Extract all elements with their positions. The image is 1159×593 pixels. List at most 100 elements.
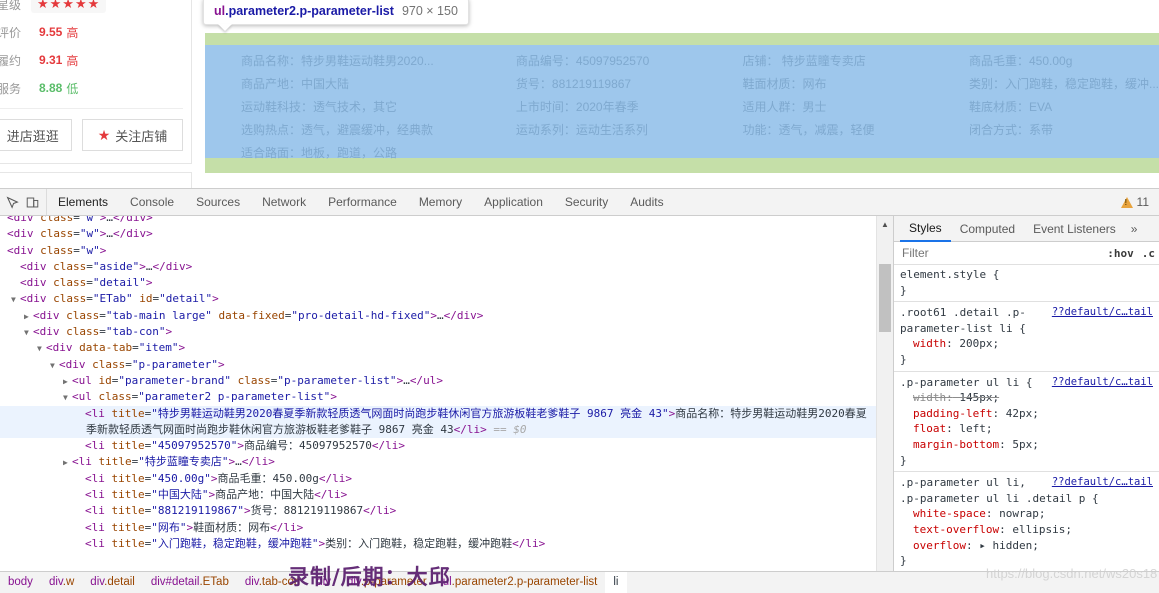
expand-triangle-icon[interactable]: ▶ xyxy=(24,309,33,325)
style-rule[interactable]: ??default/c…tail .p-parameter ul li, .p-p… xyxy=(894,472,1159,573)
style-rule[interactable]: ??default/c…tail .root61 .detail .p-param… xyxy=(894,302,1159,372)
breadcrumb-item-div-detail[interactable]: div#detail.ETab xyxy=(143,572,237,593)
parameter-item: 类别：入门跑鞋，稳定跑鞋，缓冲... xyxy=(968,77,1159,91)
follow-shop-label: 关注店铺 xyxy=(115,128,168,144)
dom-node-markup: <li title="特步蓝瞳专卖店">…</li> xyxy=(72,455,275,469)
style-declaration[interactable]: overflow: ▸ hidden; xyxy=(900,538,1153,554)
dom-node[interactable]: ▼ <div class="ETab" id="detail"> xyxy=(0,291,876,307)
inspect-icon[interactable] xyxy=(2,192,22,212)
dom-node[interactable]: <li title="网布">鞋面材质：网布</li> xyxy=(0,520,876,536)
style-rule-close-brace: } xyxy=(900,554,907,568)
warning-counter[interactable]: 11 xyxy=(1120,189,1149,215)
style-property-value[interactable]: ▸ hidden; xyxy=(973,539,1039,552)
scrollbar-thumb[interactable] xyxy=(879,264,891,332)
tab-styles[interactable]: Styles xyxy=(900,216,951,242)
dom-node[interactable]: <div class="w"> xyxy=(0,243,876,259)
dom-tree-scrollbar[interactable]: ▲ ▼ xyxy=(876,216,893,593)
breadcrumb-item-ul[interactable]: ul.parameter2.p-parameter-list xyxy=(435,572,606,593)
dom-node[interactable]: <li title="中国大陆">商品产地：中国大陆</li> xyxy=(0,487,876,503)
follow-shop-button[interactable]: ★ 关注店铺 xyxy=(82,119,183,151)
dom-node[interactable]: ▼ <div class="tab-con"> xyxy=(0,324,876,340)
style-declaration[interactable]: margin-bottom: 5px; xyxy=(900,437,1153,453)
style-rule-selector[interactable]: element.style { xyxy=(900,267,1153,283)
collapse-triangle-icon[interactable]: ▼ xyxy=(37,341,46,357)
expand-triangle-icon[interactable]: ▶ xyxy=(63,374,72,390)
dom-node[interactable]: ▶ <div class="tab-main large" data-fixed=… xyxy=(0,308,876,324)
device-toolbar-icon[interactable] xyxy=(22,192,42,212)
shop-rating-label: 物流履约 xyxy=(0,53,22,68)
parameter-item: 鞋面材质：网布 xyxy=(742,77,827,91)
style-property-value[interactable]: 145px; xyxy=(953,391,999,404)
style-rule[interactable]: ??default/c…tail .p-parameter ul li {widt… xyxy=(894,372,1159,473)
style-property-value[interactable]: ellipsis; xyxy=(1006,523,1072,536)
breadcrumb-item-div[interactable]: div.detail xyxy=(82,572,143,593)
style-rule-source-link[interactable]: ??default/c…tail xyxy=(1052,475,1153,491)
dom-node[interactable]: ▼ <div class="p-parameter"> xyxy=(0,357,876,373)
dom-node[interactable]: <div class="detail"> xyxy=(0,275,876,291)
more-tabs-icon[interactable]: » xyxy=(1125,222,1144,236)
collapse-triangle-icon[interactable]: ▼ xyxy=(24,325,33,341)
dom-node-markup: <ul class="parameter2 p-parameter-list"> xyxy=(72,390,337,404)
tab-audits[interactable]: Audits xyxy=(619,189,674,215)
breadcrumb-item-div[interactable]: div.p-parameter xyxy=(339,572,435,593)
collapse-triangle-icon[interactable]: ▼ xyxy=(11,292,20,308)
dom-node-selected[interactable]: <li title="特步男鞋运动鞋男2020春夏季新款轻质透气网面时尚跑步鞋休… xyxy=(0,405,876,439)
dom-node[interactable]: ▼ <ul class="parameter2 p-parameter-list"… xyxy=(0,389,876,405)
dom-node[interactable]: <div class="aside">…</div> xyxy=(0,259,876,275)
dom-node[interactable]: ▶ <li title="特步蓝瞳专卖店">…</li> xyxy=(0,454,876,470)
tab-memory[interactable]: Memory xyxy=(408,189,473,215)
tab-performance[interactable]: Performance xyxy=(317,189,408,215)
dom-tree-pane[interactable]: <div class="w">…</div> <div class="w">…</… xyxy=(0,216,894,593)
dom-node-markup: <div class="ETab" id="detail"> xyxy=(20,292,219,306)
shop-rating-label: 商品评价 xyxy=(0,25,22,40)
style-declaration[interactable]: float: left; xyxy=(900,421,1153,437)
tab-elements[interactable]: Elements xyxy=(47,189,119,215)
dom-node[interactable]: <li title="入门跑鞋，稳定跑鞋，缓冲跑鞋">类别：入门跑鞋，稳定跑鞋，… xyxy=(0,536,876,552)
style-declaration[interactable]: white-space: nowrap; xyxy=(900,506,1153,522)
style-declaration[interactable]: width: 145px; xyxy=(900,390,1153,406)
collapse-triangle-icon[interactable]: ▼ xyxy=(50,358,59,374)
dom-node[interactable]: <li title="45097952570">商品编号：45097952570… xyxy=(0,438,876,454)
style-rule-source-link[interactable]: ??default/c…tail xyxy=(1052,305,1153,321)
dom-node[interactable]: ▼ <div data-tab="item"> xyxy=(0,340,876,356)
dom-node[interactable]: <div class="w">…</div> xyxy=(0,226,876,242)
style-rule[interactable]: element.style {} xyxy=(894,264,1159,303)
breadcrumb-item-li[interactable]: li xyxy=(605,572,627,593)
expand-triangle-icon[interactable]: ▶ xyxy=(63,455,72,471)
tab-application[interactable]: Application xyxy=(473,189,554,215)
styles-filter-bar: :hov .c xyxy=(894,242,1159,265)
enter-shop-button[interactable]: ⛪ 进店逛逛 xyxy=(0,119,72,151)
style-property-value[interactable]: nowrap; xyxy=(992,507,1045,520)
breadcrumb-node-name: body xyxy=(8,576,33,588)
collapse-triangle-icon[interactable]: ▼ xyxy=(63,390,72,406)
styles-filter-input[interactable] xyxy=(900,242,1104,264)
style-property-value[interactable]: left; xyxy=(953,422,992,435)
breadcrumb-item-div[interactable]: div.w xyxy=(41,572,82,593)
tab-network[interactable]: Network xyxy=(251,189,317,215)
tab-event-listeners[interactable]: Event Listeners xyxy=(1024,217,1125,241)
shop-rating-label: 售后服务 xyxy=(0,81,22,96)
dom-node[interactable]: <li title="450.00g">商品毛重：450.00g</li> xyxy=(0,471,876,487)
breadcrumb-item-div[interactable]: div.tab-con xyxy=(237,572,308,593)
tab-computed[interactable]: Computed xyxy=(951,217,1024,241)
breadcrumb-node-name: div#detail xyxy=(150,576,200,588)
style-declaration[interactable]: width: 200px; xyxy=(900,336,1153,352)
dom-node[interactable]: <div class="w">…</div> xyxy=(0,216,876,226)
tab-security[interactable]: Security xyxy=(554,189,619,215)
dom-node[interactable]: <li title="881219119867">货号：881219119867… xyxy=(0,503,876,519)
breadcrumb-item-body[interactable]: body xyxy=(0,572,41,593)
breadcrumb-node-name: div xyxy=(90,576,105,588)
style-property-value[interactable]: 42px; xyxy=(999,407,1039,420)
tab-sources[interactable]: Sources xyxy=(185,189,251,215)
new-class-toggle[interactable]: .c xyxy=(1138,247,1159,260)
style-property-value[interactable]: 5px; xyxy=(1006,438,1039,451)
hover-state-toggle[interactable]: :hov xyxy=(1103,247,1138,260)
style-declaration[interactable]: padding-left: 42px; xyxy=(900,406,1153,422)
scroll-up-arrow-icon[interactable]: ▲ xyxy=(877,216,893,232)
tab-console[interactable]: Console xyxy=(119,189,185,215)
style-declaration[interactable]: text-overflow: ellipsis; xyxy=(900,522,1153,538)
breadcrumb-item-div[interactable]: div xyxy=(308,572,339,593)
style-rule-source-link[interactable]: ??default/c…tail xyxy=(1052,375,1153,391)
dom-node[interactable]: ▶ <ul id="parameter-brand" class="p-param… xyxy=(0,373,876,389)
style-property-value[interactable]: 200px; xyxy=(953,337,999,350)
